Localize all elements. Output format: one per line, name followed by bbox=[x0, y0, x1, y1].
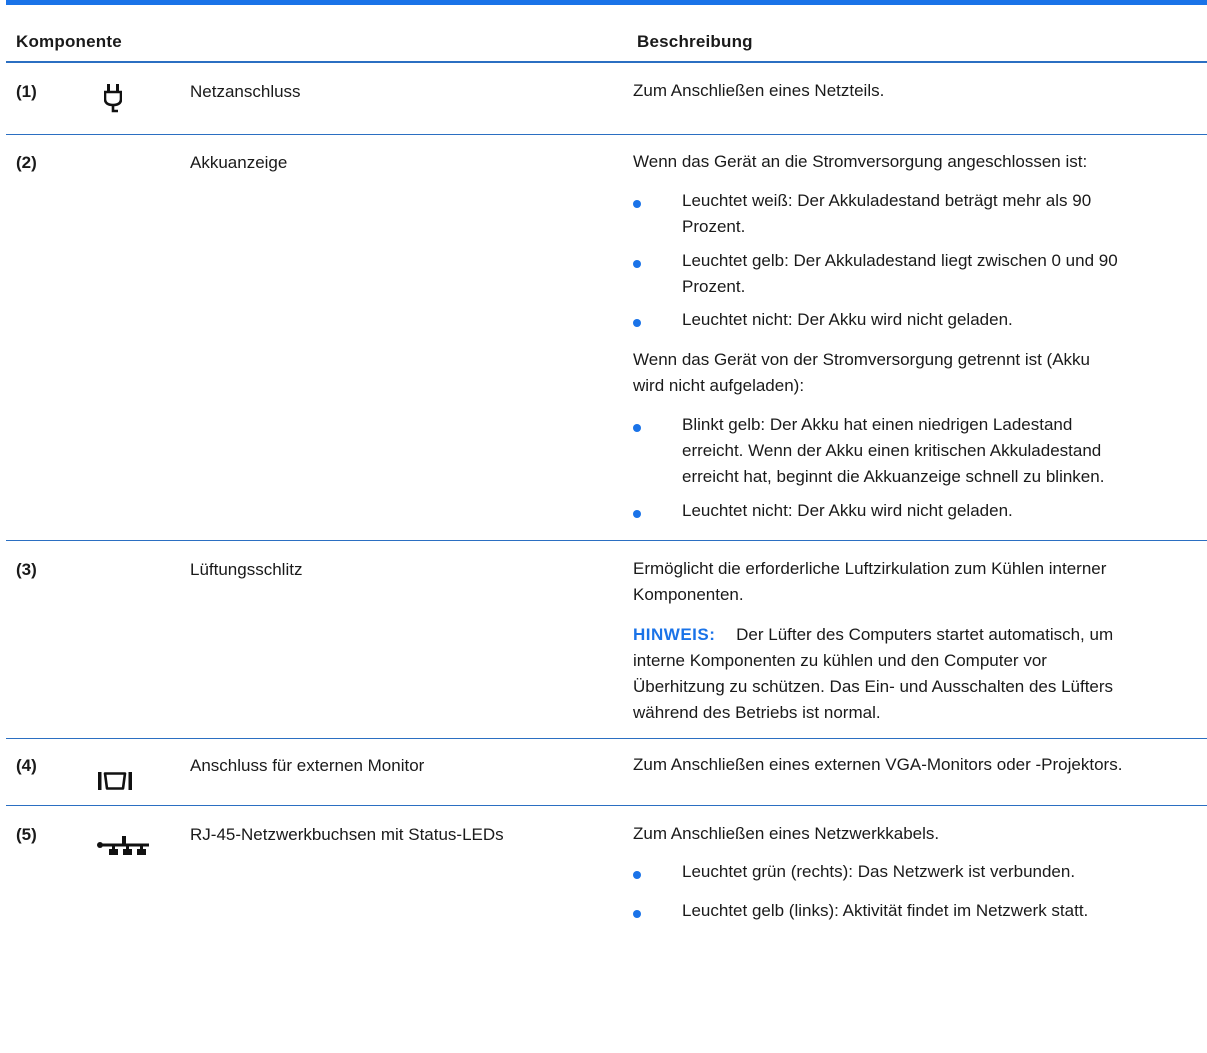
row-divider bbox=[6, 134, 1207, 135]
table-top-border bbox=[6, 0, 1207, 5]
row-number: (5) bbox=[16, 825, 37, 844]
description-intro: wird nicht aufgeladen): bbox=[633, 376, 805, 395]
bullet-marker bbox=[633, 510, 641, 518]
bullet-marker bbox=[633, 910, 641, 918]
note-label: HINWEIS: bbox=[633, 625, 716, 644]
power-plug-icon bbox=[104, 84, 122, 113]
row-number: (1) bbox=[16, 82, 37, 101]
component-name: Lüftungsschlitz bbox=[190, 560, 303, 579]
row-divider bbox=[6, 540, 1207, 541]
bullet-text: Leuchtet weiß: Der Akkuladestand beträgt… bbox=[682, 191, 1092, 210]
network-jack-icon bbox=[97, 836, 149, 855]
note-text: interne Komponenten zu kühlen und den Co… bbox=[633, 651, 1047, 670]
note-text: Überhitzung zu schützen. Das Ein- und Au… bbox=[633, 677, 1114, 696]
bullet-text: Leuchtet gelb (links): Aktivität findet … bbox=[682, 901, 1089, 920]
component-name: Anschluss für externen Monitor bbox=[190, 756, 425, 775]
column-header-description: Beschreibung bbox=[637, 32, 753, 51]
component-description: Ermöglicht die erforderliche Luftzirkula… bbox=[633, 559, 1107, 578]
bullet-text: erreicht. Wenn der Akku einen kritischen… bbox=[682, 441, 1102, 460]
bullet-text: Prozent. bbox=[682, 277, 746, 296]
component-name: Akkuanzeige bbox=[190, 153, 288, 172]
component-description: Komponenten. bbox=[633, 585, 744, 604]
bullet-text: erreicht hat, beginnt die Akkuanzeige sc… bbox=[682, 467, 1105, 486]
external-monitor-port-icon bbox=[98, 772, 132, 790]
note-text: während des Betriebs ist normal. bbox=[633, 703, 881, 722]
bullet-text: Prozent. bbox=[682, 217, 746, 236]
component-name: Netzanschluss bbox=[190, 82, 301, 101]
row-divider bbox=[6, 738, 1207, 739]
note-line: HINWEIS: Der Lüfter des Computers starte… bbox=[633, 622, 1113, 648]
bullet-marker bbox=[633, 319, 641, 327]
bullet-text: Blinkt gelb: Der Akku hat einen niedrige… bbox=[682, 415, 1073, 434]
row-divider bbox=[6, 805, 1207, 806]
bullet-marker bbox=[633, 200, 641, 208]
component-description: Zum Anschließen eines Netzwerkkabels. bbox=[633, 824, 940, 843]
note-text: Der Lüfter des Computers startet automat… bbox=[736, 625, 1114, 644]
component-name: RJ-45-Netzwerkbuchsen mit Status-LEDs bbox=[190, 825, 504, 844]
header-divider bbox=[6, 61, 1207, 63]
row-number: (3) bbox=[16, 560, 37, 579]
component-description: Zum Anschließen eines Netzteils. bbox=[633, 81, 885, 100]
bullet-text: Leuchtet gelb: Der Akkuladestand liegt z… bbox=[682, 251, 1118, 270]
description-intro: Wenn das Gerät von der Stromversorgung g… bbox=[633, 350, 1091, 369]
description-intro: Wenn das Gerät an die Stromversorgung an… bbox=[633, 152, 1088, 171]
bullet-marker bbox=[633, 424, 641, 432]
bullet-marker bbox=[633, 260, 641, 268]
bullet-text: Leuchtet grün (rechts): Das Netzwerk ist… bbox=[682, 862, 1076, 881]
bullet-text: Leuchtet nicht: Der Akku wird nicht gela… bbox=[682, 501, 1013, 520]
component-description: Zum Anschließen eines externen VGA-Monit… bbox=[633, 755, 1123, 774]
row-number: (2) bbox=[16, 153, 37, 172]
bullet-marker bbox=[633, 871, 641, 879]
row-number: (4) bbox=[16, 756, 37, 775]
column-header-component: Komponente bbox=[16, 32, 122, 51]
bullet-text: Leuchtet nicht: Der Akku wird nicht gela… bbox=[682, 310, 1013, 329]
